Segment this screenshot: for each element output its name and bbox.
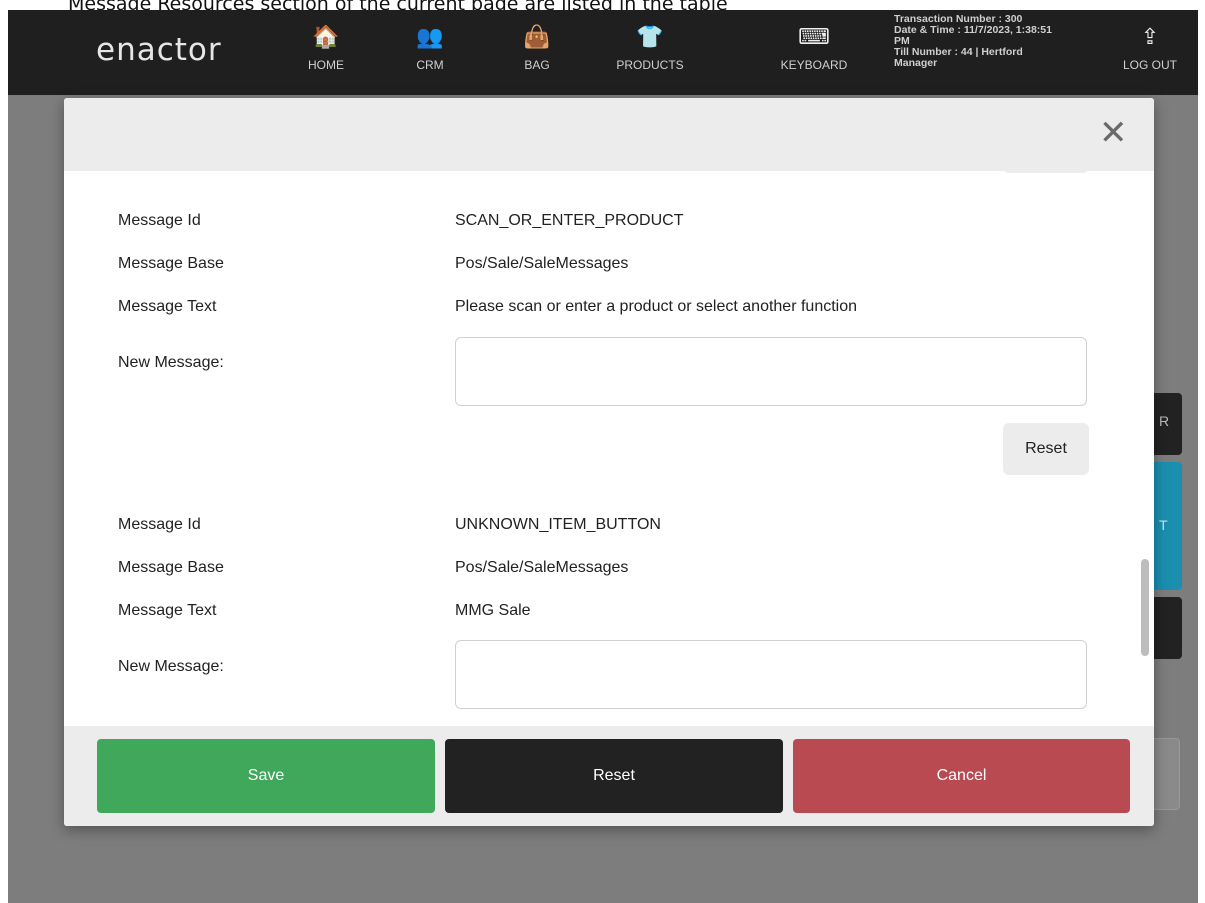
home-icon: 🏠: [312, 24, 340, 49]
bag-icon: 👜: [523, 24, 551, 49]
message-id-value: UNKNOWN_ITEM_BUTTON: [455, 516, 661, 533]
nav-keyboard[interactable]: ⌨ KEYBOARD: [769, 24, 859, 72]
logout-icon: ⇪: [1140, 24, 1160, 49]
new-message-input[interactable]: [455, 337, 1087, 406]
nav-home[interactable]: 🏠 HOME: [281, 24, 371, 72]
nav-logout-label: LOG OUT: [1122, 58, 1177, 72]
background-select: [1150, 597, 1182, 659]
message-base-value: Pos/Sale/SaleMessages: [455, 255, 629, 272]
new-message-input[interactable]: [455, 640, 1087, 709]
message-editor-dialog: ✕ Message Id SCAN_OR_ENTER_PRODUCT Messa…: [64, 98, 1154, 826]
close-icon[interactable]: ✕: [1099, 116, 1128, 150]
message-id-label: Message Id: [118, 516, 201, 533]
message-reset-button[interactable]: Reset: [1003, 423, 1089, 475]
message-base-value: Pos/Sale/SaleMessages: [455, 559, 629, 576]
dialog-footer: Save Reset Cancel: [64, 726, 1154, 826]
cancel-button[interactable]: Cancel: [793, 739, 1130, 813]
nav-logout[interactable]: ⇪ LOG OUT: [1105, 24, 1195, 72]
message-id-value: SCAN_OR_ENTER_PRODUCT: [455, 212, 684, 229]
top-navbar: enactor 🏠 HOME 👥 CRM 👜 BAG 👕 PRODUCTS ⌨ …: [8, 10, 1198, 95]
dialog-header: ✕: [64, 98, 1154, 171]
transaction-info: Transaction Number : 300 Date & Time : 1…: [894, 14, 1054, 69]
background-button-1: R: [1150, 393, 1182, 455]
message-text-label: Message Text: [118, 298, 217, 315]
nav-keyboard-label: KEYBOARD: [780, 58, 848, 72]
scrollbar-thumb[interactable]: [1141, 559, 1149, 656]
page-caption: Message Resources section of the current…: [0, 0, 1205, 10]
message-text-label: Message Text: [118, 602, 217, 619]
message-text-value: MMG Sale: [455, 602, 531, 619]
message-text-value: Please scan or enter a product or select…: [455, 298, 858, 315]
dialog-scrollbar[interactable]: [1141, 171, 1149, 726]
reset-all-button[interactable]: Reset: [445, 739, 783, 813]
message-id-label: Message Id: [118, 212, 201, 229]
nav-bag-label: BAG: [524, 58, 550, 72]
new-message-label: New Message:: [118, 658, 224, 675]
people-icon: 👥: [416, 24, 444, 49]
message-base-label: Message Base: [118, 559, 224, 576]
date-time: Date & Time : 11/7/2023, 1:38:51 PM: [894, 24, 1052, 47]
previous-reset-button[interactable]: [1003, 171, 1089, 173]
dialog-body: Message Id SCAN_OR_ENTER_PRODUCT Message…: [64, 171, 1154, 726]
nav-home-label: HOME: [308, 58, 344, 72]
background-button-2-label: T: [1159, 517, 1168, 533]
background-button-2: T: [1150, 462, 1182, 590]
till-number: Till Number : 44 | Hertford Manager: [894, 46, 1023, 69]
enactor-logo: enactor: [96, 32, 222, 68]
nav-crm[interactable]: 👥 CRM: [385, 24, 475, 72]
nav-crm-label: CRM: [416, 58, 444, 72]
background-button-1-label: R: [1159, 413, 1170, 429]
save-button[interactable]: Save: [97, 739, 435, 813]
nav-bag[interactable]: 👜 BAG: [492, 24, 582, 72]
tshirt-icon: 👕: [636, 24, 664, 49]
keyboard-icon: ⌨: [798, 24, 830, 49]
new-message-label: New Message:: [118, 354, 224, 371]
nav-products-label: PRODUCTS: [616, 58, 684, 72]
nav-products[interactable]: 👕 PRODUCTS: [605, 24, 695, 72]
message-base-label: Message Base: [118, 255, 224, 272]
